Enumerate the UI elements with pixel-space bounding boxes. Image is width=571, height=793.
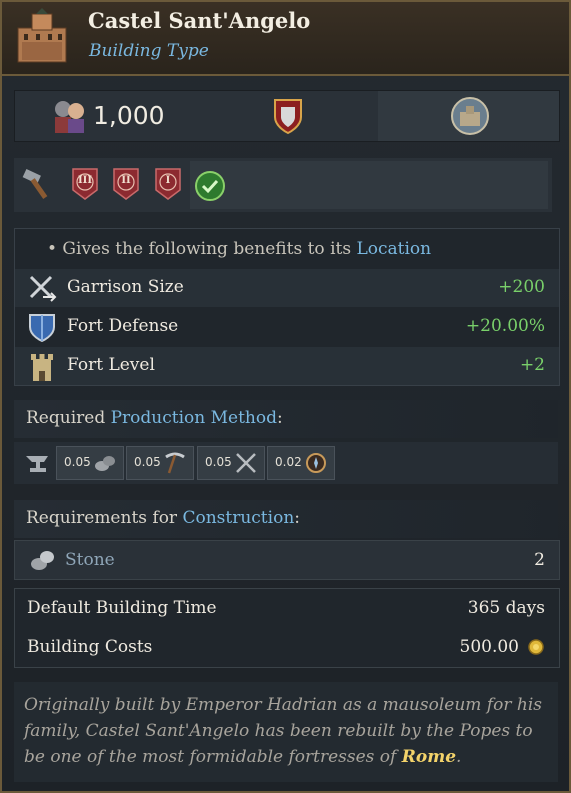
benefit-value: +20.00%: [465, 316, 545, 336]
tower-icon: [31, 354, 53, 381]
production-method-row: 0.05 0.05 0.05 0.02: [14, 442, 558, 484]
resource-value: 2: [534, 550, 545, 570]
gold-coin-icon: [528, 639, 544, 655]
benefits-box: • Gives the following benefits to its Lo…: [14, 228, 560, 386]
building-info-box: Default Building Time 365 days Building …: [14, 588, 560, 668]
crossed-tools-icon: [236, 453, 256, 473]
production-heading: Required Production Method:: [14, 400, 558, 438]
level-badge-ii-label: II: [121, 175, 131, 186]
pickaxe-icon: [165, 452, 185, 474]
production-heading-prefix: Required: [26, 408, 111, 428]
rome-highlight[interactable]: Rome: [402, 747, 456, 767]
building-costs-row: Building Costs 500.00: [15, 628, 559, 666]
flavor-text-body: Originally built by Emperor Hadrian as a…: [24, 695, 542, 767]
production-input-chip[interactable]: 0.05: [56, 446, 124, 480]
building-time-value: 365 days: [467, 598, 545, 618]
construction-requirement-row: Stone 2: [14, 540, 560, 580]
compass-icon: [306, 453, 326, 473]
production-heading-suffix: :: [276, 408, 283, 428]
production-input-chip[interactable]: 0.05: [197, 446, 265, 480]
level-row: III II I: [14, 158, 552, 212]
benefit-label: Fort Level: [67, 355, 155, 375]
location-cell: [378, 91, 559, 141]
cost-value: 1,000: [93, 101, 165, 130]
anvil-icon: [26, 456, 48, 472]
resource-label: Stone: [65, 550, 115, 570]
benefit-value: +200: [498, 277, 545, 297]
flavor-text-box: Originally built by Emperor Hadrian as a…: [14, 682, 558, 782]
production-heading-text: Required Production Method:: [26, 408, 283, 428]
building-costs-label: Building Costs: [27, 637, 153, 657]
red-shield-icon: [274, 99, 302, 135]
building-time-row: Default Building Time 365 days: [15, 589, 559, 627]
stone-icon: [31, 551, 54, 570]
castle-building-icon: [17, 8, 67, 63]
summary-row: 1,000: [14, 90, 560, 142]
construction-heading: Requirements for Construction:: [14, 500, 558, 538]
benefits-intro-text: • Gives the following benefits to its: [47, 239, 357, 259]
stone-icon: [95, 456, 115, 471]
benefit-label: Garrison Size: [67, 277, 184, 297]
benefit-label: Fort Defense: [67, 316, 179, 336]
chip-value: 0.05: [134, 455, 161, 469]
building-tooltip-panel: Castel Sant'Angelo Building Type 1,000 I…: [0, 0, 571, 793]
header: Castel Sant'Angelo Building Type: [2, 2, 569, 76]
fortress-portrait-icon[interactable]: [450, 96, 490, 136]
construction-link[interactable]: Construction: [182, 508, 294, 528]
benefit-row-fort-defense: Fort Defense +20.00%: [15, 308, 559, 346]
soldiers-icon: [55, 101, 84, 133]
construction-heading-suffix: :: [294, 508, 300, 528]
production-method-link[interactable]: Production Method: [111, 408, 277, 428]
building-type-label: Building Type: [89, 41, 209, 61]
benefit-row-garrison-size: Garrison Size +200: [15, 269, 559, 307]
crossed-swords-icon: [29, 275, 57, 302]
benefit-value: +2: [519, 355, 545, 375]
building-title: Castel Sant'Angelo: [88, 8, 311, 33]
benefits-heading: • Gives the following benefits to its Lo…: [47, 239, 431, 259]
production-input-chip[interactable]: 0.05: [126, 446, 194, 480]
location-link[interactable]: Location: [356, 239, 431, 259]
chip-value: 0.05: [64, 455, 91, 469]
production-input-chip[interactable]: 0.02: [267, 446, 335, 480]
building-costs-value: 500.00: [459, 637, 519, 657]
shield-icon: [29, 314, 55, 342]
level-track: [190, 161, 548, 209]
chip-value: 0.05: [205, 455, 232, 469]
green-check-icon: [195, 171, 225, 201]
level-badge-i-label: I: [165, 175, 171, 186]
hammer-icon: [22, 168, 48, 199]
benefit-row-fort-level: Fort Level +2: [15, 347, 559, 385]
construction-heading-text: Requirements for Construction:: [26, 508, 300, 528]
construction-heading-prefix: Requirements for: [26, 508, 183, 528]
building-time-label: Default Building Time: [27, 598, 217, 618]
chip-value: 0.02: [275, 455, 302, 469]
level-badge-iii-label: III: [77, 175, 93, 186]
flavor-text-end: .: [456, 747, 462, 767]
flavor-text: Originally built by Emperor Hadrian as a…: [24, 692, 548, 770]
